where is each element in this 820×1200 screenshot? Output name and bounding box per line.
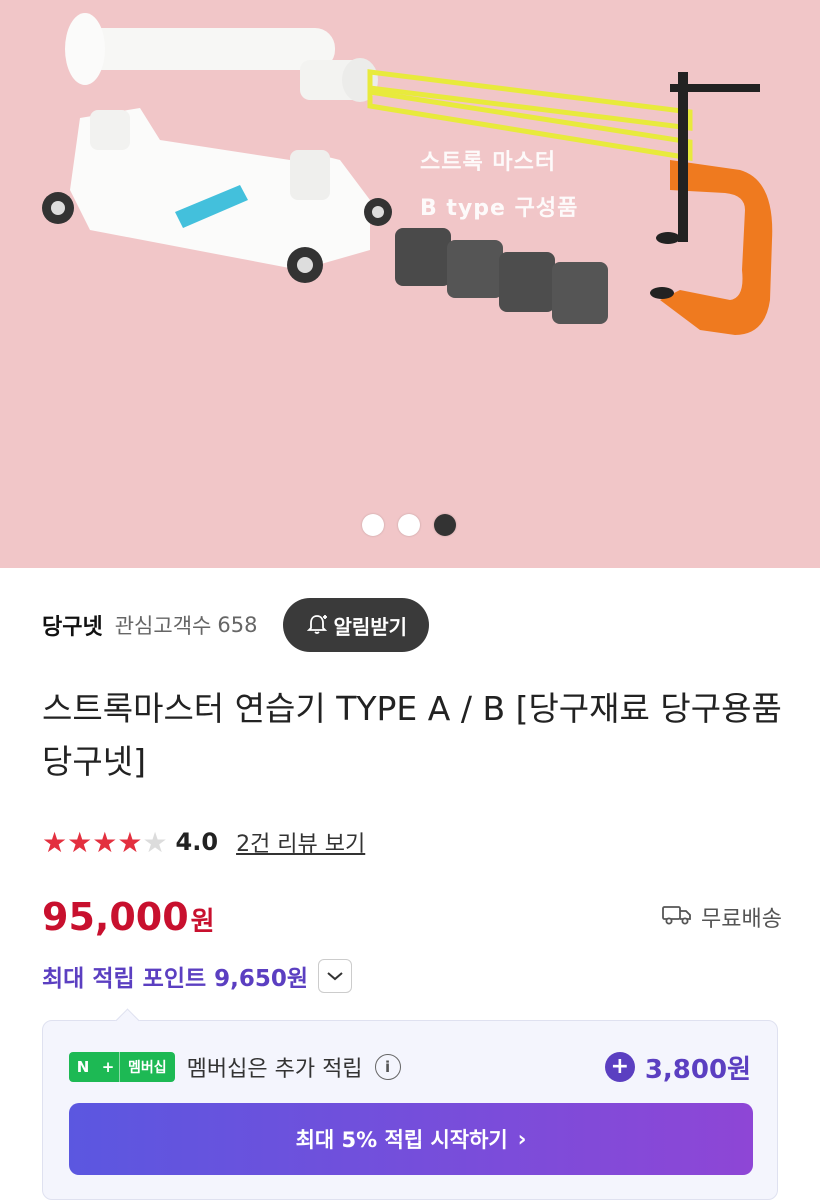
product-photo [42, 13, 773, 335]
star-icon: ★ [117, 825, 143, 859]
star-rating: ★ ★ ★ ★ ★ [42, 826, 168, 859]
hero-caption: 스트록 마스터 B type 구성품 [420, 140, 578, 232]
price-number: 95,000 [42, 895, 189, 939]
carousel-pagination [362, 514, 456, 536]
chevron-right-icon: › [517, 1127, 527, 1151]
info-icon[interactable]: i [374, 1054, 401, 1080]
membership-start-label: 최대 5% 적립 시작하기 [295, 1128, 508, 1152]
price: 95,000원 [42, 895, 215, 939]
plus-circle-icon: + [604, 1052, 635, 1082]
shipping-label: 무료배송 [701, 907, 782, 932]
max-points: 최대 적립 포인트 9,650원 [42, 966, 309, 992]
chevron-down-icon [326, 967, 344, 986]
naver-plus-membership-badge: N + 멤버십 [69, 1052, 175, 1082]
membership-left: N + 멤버십 멤버십은 추가 적립 i [69, 1051, 401, 1083]
shipping-info: 무료배송 [661, 901, 782, 933]
points-expand-button[interactable] [318, 959, 353, 993]
membership-row: N + 멤버십 멤버십은 추가 적립 i + 3,800원 [69, 1047, 751, 1087]
alarm-subscribe-button[interactable]: 알림받기 [283, 598, 430, 652]
bell-plus-icon [305, 613, 329, 637]
carousel-dot-1[interactable] [362, 514, 384, 536]
carousel-dot-2[interactable] [398, 514, 420, 536]
points-row: 최대 적립 포인트 9,650원 [42, 956, 353, 996]
product-title: 스트록마스터 연습기 TYPE A / B [당구재료 당구용품 당구넷] [42, 689, 782, 781]
product-image-carousel[interactable]: 스트록 마스터 B type 구성품 [0, 0, 820, 568]
rating-row: ★ ★ ★ ★ ★ 4.0 2건 리뷰 보기 [42, 822, 365, 862]
membership-points-value: 3,800원 [644, 1054, 751, 1085]
hero-caption-line2: B type 구성품 [420, 196, 579, 221]
alarm-subscribe-label: 알림받기 [333, 614, 408, 639]
watchers-count: 658 [217, 613, 258, 637]
price-row: 95,000원 무료배송 [42, 888, 782, 946]
rating-value: 4.0 [175, 828, 219, 856]
membership-start-button[interactable]: 최대 5% 적립 시작하기 › [69, 1103, 753, 1175]
store-name[interactable]: 당구넷 [42, 609, 103, 641]
badge-label: 멤버십 [119, 1052, 175, 1082]
badge-plus: + [97, 1052, 119, 1082]
review-link[interactable]: 2건 리뷰 보기 [236, 826, 365, 858]
star-empty-icon: ★ [142, 825, 168, 859]
star-icon: ★ [92, 825, 118, 859]
watchers-label: 관심고객수 [114, 614, 212, 638]
hero-caption-line1: 스트록 마스터 [420, 150, 557, 175]
membership-text: 멤버십은 추가 적립 [186, 1057, 363, 1082]
price-unit: 원 [190, 907, 215, 937]
membership-box: N + 멤버십 멤버십은 추가 적립 i + 3,800원 최대 5% 적립 시… [42, 1020, 778, 1200]
badge-n: N [69, 1052, 97, 1082]
carousel-dot-3-active[interactable] [434, 514, 456, 536]
membership-points: + 3,800원 [604, 1049, 751, 1086]
store-row: 당구넷 관심고객수 658 알림받기 [42, 598, 782, 652]
star-icon: ★ [67, 825, 93, 859]
truck-icon [661, 902, 693, 932]
star-icon: ★ [42, 825, 68, 859]
